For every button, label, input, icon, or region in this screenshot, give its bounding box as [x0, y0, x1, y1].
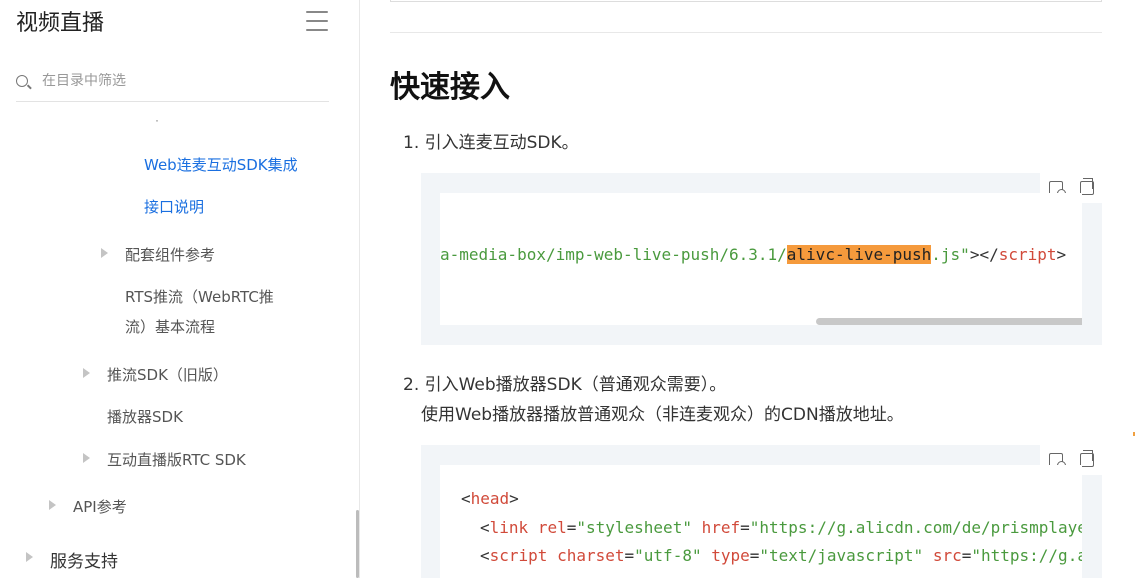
search-input[interactable] [42, 72, 302, 89]
hamburger-menu-icon[interactable] [306, 11, 328, 31]
table-bottom-edge [390, 0, 1102, 2]
sidebar-item-rts-line2[interactable]: 流）基本流程 [125, 316, 215, 337]
sidebar-item-player-sdk[interactable]: 播放器SDK [107, 406, 183, 427]
step-2-subtext: 使用Web播放器播放普通观众（非连麦观众）的CDN播放地址。 [421, 405, 904, 425]
sidebar-item-push-sdk-old[interactable]: 推流SDK（旧版） [107, 364, 228, 385]
sidebar-item-components[interactable]: 配套组件参考 [125, 244, 215, 265]
code-content-2: <head> <link rel="stylesheet" href="http… [440, 465, 1082, 578]
code-content-1: a-media-box/imp-web-live-push/6.3.1/aliv… [440, 193, 1082, 325]
sidebar-item-rts-line1[interactable]: RTS推流（WebRTC推 [125, 286, 274, 307]
code-line: <script charset="utf-8" type="text/javas… [480, 546, 1082, 565]
caret-right-icon[interactable] [83, 453, 90, 463]
caret-right-icon[interactable] [49, 500, 56, 510]
sidebar-item-web-sdk[interactable]: Web连麦互动SDK集成 [144, 154, 298, 175]
code-block-1: a-media-box/imp-web-live-push/6.3.1/aliv… [421, 173, 1102, 345]
sidebar-item-support[interactable]: 服务支持 [50, 547, 118, 572]
sidebar-item-rtc-sdk[interactable]: 互动直播版RTC SDK [107, 449, 246, 470]
sidebar: 视频直播 · Web连麦互动SDK集成 接口说明 配套组件参考 RTS推流（We… [0, 0, 360, 578]
code-line: <link rel="stylesheet" href="https://g.a… [480, 518, 1082, 537]
code-block-2: <head> <link rel="stylesheet" href="http… [421, 445, 1102, 578]
caret-right-icon[interactable] [26, 552, 33, 562]
section-heading: 快速接入 [390, 70, 510, 105]
caret-right-icon[interactable] [101, 248, 108, 258]
caret-right-icon[interactable] [83, 368, 90, 378]
main-content: 快速接入 1. 引入连麦互动SDK。 a-media-box/imp-web-l… [360, 0, 1135, 578]
horizontal-scrollbar[interactable] [816, 318, 1082, 325]
sidebar-header: 视频直播 [16, 6, 328, 36]
code-line: a-media-box/imp-web-live-push/6.3.1/aliv… [440, 245, 1067, 264]
divider [390, 32, 1102, 33]
highlighted-text: alivc-live-push [786, 245, 932, 264]
sidebar-search [16, 60, 329, 102]
sidebar-item-api-ref[interactable]: API参考 [73, 496, 127, 517]
code-line: <head> [461, 489, 519, 508]
search-icon [16, 74, 28, 87]
sidebar-title: 视频直播 [16, 11, 105, 36]
sidebar-item-api-desc[interactable]: 接口说明 [144, 196, 204, 217]
step-1-text: 1. 引入连麦互动SDK。 [403, 133, 579, 153]
sidebar-scrollbar[interactable] [356, 510, 359, 578]
clipped-text: · [155, 119, 159, 127]
step-2-text: 2. 引入Web播放器SDK（普通观众需要）。 [403, 375, 727, 395]
